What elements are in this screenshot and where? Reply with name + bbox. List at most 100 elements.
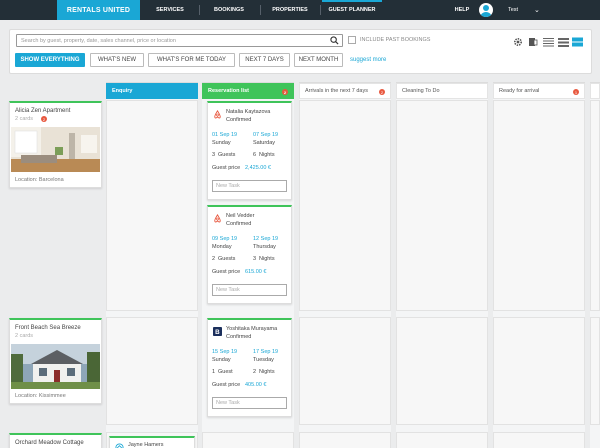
property-photo[interactable] bbox=[11, 127, 100, 172]
nav-divider bbox=[260, 5, 261, 15]
board-cell bbox=[299, 432, 391, 448]
night-count-label: Nights bbox=[259, 369, 275, 375]
column-header-ready-for-arrival: Ready for arrival 1 bbox=[493, 83, 585, 99]
checkin-date: 15 Sep 19 bbox=[212, 349, 238, 355]
guest-count: 2 bbox=[212, 256, 216, 262]
new-task-input[interactable] bbox=[212, 397, 287, 409]
checkout-date: 17 Sep 19 bbox=[253, 349, 279, 355]
location-value: Kissimmee bbox=[38, 393, 66, 399]
property-card-count: 2 cards bbox=[15, 116, 34, 122]
airbnb-icon bbox=[214, 214, 221, 223]
guest-count: 3 bbox=[212, 152, 216, 158]
reservation-status: Confirmed bbox=[226, 334, 252, 340]
reservation-card[interactable]: Natalia Kaytazova Confirmed 01 Sep 19 Su… bbox=[207, 101, 292, 200]
guest-price-label: Guest price bbox=[212, 382, 241, 388]
reservation-card[interactable]: Neil Vedder Confirmed 09 Sep 19 Monday 1… bbox=[207, 205, 292, 304]
column-header-reservation-list: Reservation list 2 bbox=[202, 83, 294, 99]
column-header-label: Reservation list bbox=[208, 88, 249, 94]
guest-price-label: Guest price bbox=[212, 269, 241, 275]
board-cell bbox=[299, 100, 391, 311]
brand-logo[interactable]: RENTALS UNITED bbox=[57, 0, 140, 20]
whats-new-button[interactable]: WHAT'S NEW bbox=[90, 53, 144, 67]
other-icon bbox=[115, 443, 124, 448]
board-cell bbox=[396, 432, 488, 448]
next-month-button[interactable]: NEXT MONTH bbox=[294, 53, 343, 67]
night-count: 6 bbox=[253, 152, 257, 158]
list-view-icon[interactable] bbox=[543, 37, 554, 47]
property-name[interactable]: Orchard Meadow Cottage bbox=[15, 440, 84, 446]
property-name[interactable]: Front Beach Sea Breeze bbox=[15, 325, 81, 331]
board-cell bbox=[106, 100, 198, 311]
property-name[interactable]: Alicia Zen Apartment bbox=[15, 108, 70, 114]
chevron-down-icon[interactable]: ⌄ bbox=[534, 6, 540, 14]
night-count-label: Nights bbox=[259, 152, 275, 158]
board-cell bbox=[396, 317, 488, 425]
gear-icon[interactable] bbox=[513, 37, 523, 47]
show-everything-button[interactable]: SHOW EVERYTHING bbox=[15, 53, 85, 67]
checkin-date: 01 Sep 19 bbox=[212, 132, 238, 138]
search-input[interactable] bbox=[16, 34, 343, 47]
board-cell bbox=[590, 100, 600, 311]
checkout-date: 12 Sep 19 bbox=[253, 236, 279, 242]
guest-count-label: Guests bbox=[218, 256, 236, 262]
nav-properties[interactable]: PROPERTIES bbox=[268, 0, 312, 20]
include-past-label: INCLUDE PAST BOOKINGS bbox=[360, 37, 431, 43]
user-avatar-icon[interactable] bbox=[479, 3, 493, 17]
board-cell bbox=[493, 317, 585, 425]
reservation-card[interactable]: B Yoshitaka Murayama Confirmed 15 Sep 19… bbox=[207, 318, 292, 417]
checkout-day: Thursday bbox=[253, 244, 276, 250]
column-header-cleaning: Cleaning To Do bbox=[396, 83, 488, 99]
compact-view-icon[interactable] bbox=[558, 37, 569, 47]
export-icon[interactable] bbox=[528, 37, 538, 47]
filter-panel: INCLUDE PAST BOOKINGS SHOW EVERYTHING WH… bbox=[9, 29, 592, 74]
property-photo[interactable] bbox=[11, 344, 100, 389]
new-task-input[interactable] bbox=[212, 180, 287, 192]
include-past-checkbox[interactable] bbox=[348, 36, 356, 44]
board-cell bbox=[299, 317, 391, 425]
property-location: Location: Barcelona bbox=[15, 177, 64, 183]
nav-divider bbox=[199, 5, 200, 15]
checkin-day: Sunday bbox=[212, 357, 231, 363]
guest-count-label: Guest bbox=[218, 369, 233, 375]
board-cell bbox=[493, 432, 585, 448]
guest-price: 2,425.00 € bbox=[245, 165, 271, 171]
property-card-alicia-zen[interactable]: Alicia Zen Apartment 2 cards 2 Location:… bbox=[9, 101, 102, 188]
checkout-day: Tuesday bbox=[253, 357, 274, 363]
board-cell bbox=[590, 317, 600, 425]
nav-guest-planner[interactable]: GUEST PLANNER bbox=[322, 0, 382, 20]
column-count-badge: 2 bbox=[379, 89, 385, 95]
checkout-date: 07 Sep 19 bbox=[253, 132, 279, 138]
guest-name[interactable]: Natalia Kaytazova bbox=[226, 109, 270, 115]
airbnb-icon bbox=[214, 110, 221, 119]
card-view-icon[interactable] bbox=[572, 37, 583, 47]
nav-services[interactable]: SERVICES bbox=[150, 0, 190, 20]
guest-name[interactable]: Yoshitaka Murayama bbox=[226, 326, 277, 332]
property-badge: 2 bbox=[41, 116, 47, 122]
guest-name[interactable]: Jayne Hamers bbox=[128, 442, 163, 448]
night-count-label: Nights bbox=[259, 256, 275, 262]
checkin-day: Monday bbox=[212, 244, 232, 250]
guest-price: 405.00 € bbox=[245, 382, 267, 388]
location-label: Location: bbox=[15, 177, 38, 183]
guest-count-label: Guests bbox=[218, 152, 236, 158]
nav-help[interactable]: HELP bbox=[452, 0, 472, 20]
search-icon[interactable] bbox=[330, 36, 339, 45]
suggest-more-link[interactable]: suggest more bbox=[350, 57, 386, 63]
column-header-arrivals: Arrivals in the next 7 days 2 bbox=[299, 83, 391, 99]
property-card-orchard-meadow[interactable]: Orchard Meadow Cottage bbox=[9, 433, 102, 448]
guest-name[interactable]: Neil Vedder bbox=[226, 213, 254, 219]
guest-price-label: Guest price bbox=[212, 165, 241, 171]
new-task-input[interactable] bbox=[212, 284, 287, 296]
include-past-toggle[interactable]: INCLUDE PAST BOOKINGS bbox=[348, 36, 430, 44]
nav-bookings[interactable]: BOOKINGS bbox=[207, 0, 251, 20]
checkin-date: 09 Sep 19 bbox=[212, 236, 238, 242]
next-7-days-button[interactable]: NEXT 7 DAYS bbox=[239, 53, 290, 67]
column-count-badge: 1 bbox=[573, 89, 579, 95]
svg-text:B: B bbox=[215, 329, 220, 336]
night-count: 2 bbox=[253, 369, 257, 375]
reservation-card[interactable]: Jayne Hamers bbox=[109, 436, 195, 448]
user-name[interactable]: Test bbox=[508, 0, 518, 20]
booking-icon: B bbox=[213, 327, 222, 336]
property-card-front-beach[interactable]: Front Beach Sea Breeze 2 cards Location:… bbox=[9, 318, 102, 404]
whats-for-me-today-button[interactable]: WHAT'S FOR ME TODAY bbox=[148, 53, 235, 67]
